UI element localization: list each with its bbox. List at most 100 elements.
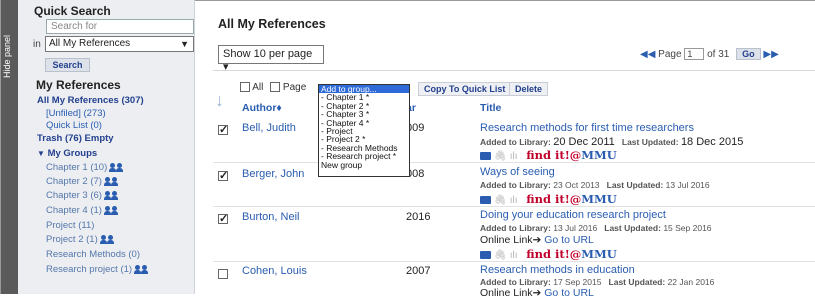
shared-users-icon xyxy=(103,190,118,200)
folder-icon[interactable] xyxy=(480,152,491,161)
row-checkbox[interactable] xyxy=(218,212,228,225)
row-checkbox[interactable] xyxy=(218,268,228,280)
group-label: Chapter 4 (1) xyxy=(46,205,102,216)
stats-icon[interactable]: ılı xyxy=(510,151,518,162)
row-meta: Added to Library: 17 Sep 2015 Last Updat… xyxy=(480,277,714,287)
row-author[interactable]: Berger, John xyxy=(242,168,304,180)
page-number-input[interactable]: 1 xyxy=(684,48,705,61)
online-link-label: Online Link xyxy=(480,234,533,246)
arrow-down-icon: ↓ xyxy=(215,90,224,110)
left-panel: Quick Search Search for in All My Refere… xyxy=(18,0,195,294)
group-project-2[interactable]: Project 2 (1) xyxy=(46,234,114,245)
row-author[interactable]: Cohen, Louis xyxy=(242,265,307,277)
group-label: Research Methods (0) xyxy=(46,249,140,260)
search-scope-value: All My References xyxy=(49,38,131,49)
my-groups-label: My Groups xyxy=(47,148,98,159)
per-page-select[interactable]: Show 10 per page ▾ xyxy=(218,45,324,73)
folder-icon[interactable] xyxy=(480,251,491,260)
added-date: 20 Dec 2011 xyxy=(553,136,615,148)
group-research-project[interactable]: Research project (1) xyxy=(46,264,148,275)
go-to-url-link[interactable]: Go to URL xyxy=(544,234,594,246)
page-label: Page xyxy=(658,49,682,60)
updated-label: Last Updated: xyxy=(604,223,661,233)
next-page-icon[interactable]: ▶▶ xyxy=(763,49,778,60)
paperclip-icon[interactable]: 🖇 xyxy=(494,250,507,261)
row-checkbox[interactable] xyxy=(218,169,228,182)
row-divider xyxy=(213,162,815,163)
online-link-row: Online Link➔ Go to URL xyxy=(480,287,594,299)
copy-to-quick-list-button[interactable]: Copy To Quick List xyxy=(418,82,512,96)
hide-panel-toggle[interactable]: Hide panel xyxy=(1,0,18,294)
paperclip-icon[interactable]: 🖇 xyxy=(494,151,507,162)
group-chapter-4[interactable]: Chapter 4 (1) xyxy=(46,205,118,216)
my-groups-toggle[interactable]: ▼ My Groups xyxy=(37,148,97,159)
select-all-label: All xyxy=(252,82,264,93)
row-icons: 🖇 ılı find it!@MMU xyxy=(480,148,617,162)
group-label: Chapter 3 (6) xyxy=(46,190,102,201)
group-research-methods[interactable]: Research Methods (0) xyxy=(46,249,140,260)
select-all-checkbox[interactable] xyxy=(240,82,250,93)
dropdown-option[interactable]: New group xyxy=(319,160,409,169)
updated-date: 15 Sep 2016 xyxy=(663,223,712,233)
search-input[interactable]: Search for xyxy=(46,19,194,34)
select-page-label: Page xyxy=(282,82,307,93)
empty-trash-link[interactable]: Empty xyxy=(85,133,114,144)
updated-date: 22 Jan 2016 xyxy=(667,277,715,287)
stats-icon[interactable]: ılı xyxy=(510,195,518,206)
row-title[interactable]: Research methods in education xyxy=(480,264,635,276)
folder-icon[interactable] xyxy=(480,196,491,205)
row-checkbox[interactable] xyxy=(218,123,228,136)
row-title[interactable]: Research methods for first time research… xyxy=(480,122,694,134)
added-date: 13 Jul 2016 xyxy=(553,223,598,233)
find-it-link[interactable]: find it!@MMU xyxy=(526,192,617,206)
row-author[interactable]: Bell, Judith xyxy=(242,122,296,134)
nav-trash[interactable]: Trash (76) xyxy=(37,133,82,144)
triangle-down-icon: ▼ xyxy=(37,149,45,158)
group-project[interactable]: Project (11) xyxy=(46,220,94,231)
group-label: Chapter 2 (7) xyxy=(46,176,102,187)
go-to-url-link[interactable]: Go to URL xyxy=(544,287,594,299)
row-icons: 🖇 ılı find it!@MMU xyxy=(480,192,617,206)
row-title[interactable]: Doing your education research project xyxy=(480,209,666,221)
first-page-icon[interactable]: ◀◀ xyxy=(640,49,655,60)
arrow-right-icon: ➔ xyxy=(532,287,542,299)
row-divider xyxy=(213,206,815,207)
search-scope-select[interactable]: All My References ▼ xyxy=(45,36,194,52)
delete-button[interactable]: Delete xyxy=(509,82,549,96)
my-references-title: My References xyxy=(36,78,121,92)
row-meta: Added to Library: 20 Dec 2011 Last Updat… xyxy=(480,136,743,148)
stats-icon[interactable]: ılı xyxy=(510,250,518,261)
online-link-row: Online Link➔ Go to URL xyxy=(480,234,594,246)
find-it-link[interactable]: find it!@MMU xyxy=(526,148,617,162)
group-chapter-2[interactable]: Chapter 2 (7) xyxy=(46,176,118,187)
shared-users-icon xyxy=(103,205,118,215)
nav-quick-list[interactable]: Quick List (0) xyxy=(46,120,102,131)
divider xyxy=(213,70,815,71)
updated-date: 13 Jul 2016 xyxy=(665,180,710,190)
group-label: Research project (1) xyxy=(46,264,133,275)
group-label: Project (11) xyxy=(46,220,95,231)
search-scope-label: in xyxy=(33,39,41,50)
group-chapter-1[interactable]: Chapter 1 (10) xyxy=(46,162,123,173)
nav-trash-row: Trash (76) Empty xyxy=(37,133,114,144)
row-title[interactable]: Ways of seeing xyxy=(480,166,555,178)
hide-panel-label: Hide panel xyxy=(2,35,12,79)
select-page-checkbox[interactable] xyxy=(270,82,281,93)
column-title[interactable]: Title xyxy=(480,102,501,114)
shared-users-icon xyxy=(109,162,123,172)
search-button[interactable]: Search xyxy=(45,58,90,72)
select-controls: All Page xyxy=(240,82,306,93)
find-it-link[interactable]: find it!@MMU xyxy=(526,247,617,261)
group-chapter-3[interactable]: Chapter 3 (6) xyxy=(46,190,118,201)
nav-unfiled[interactable]: [Unfiled] (273) xyxy=(46,108,106,119)
nav-all-references[interactable]: All My References (307) xyxy=(37,95,144,106)
paperclip-icon[interactable]: 🖇 xyxy=(494,195,507,206)
quick-search-title: Quick Search xyxy=(34,4,111,18)
add-to-group-dropdown[interactable]: Add to group... - Chapter 1 * - Chapter … xyxy=(318,84,410,177)
added-label: Added to Library: xyxy=(480,180,551,190)
row-meta: Added to Library: 23 Oct 2013 Last Updat… xyxy=(480,180,710,190)
column-author[interactable]: Author♦ xyxy=(242,102,282,114)
go-button[interactable]: Go xyxy=(736,48,761,60)
row-author[interactable]: Burton, Neil xyxy=(242,211,299,223)
added-date: 23 Oct 2013 xyxy=(553,180,600,190)
